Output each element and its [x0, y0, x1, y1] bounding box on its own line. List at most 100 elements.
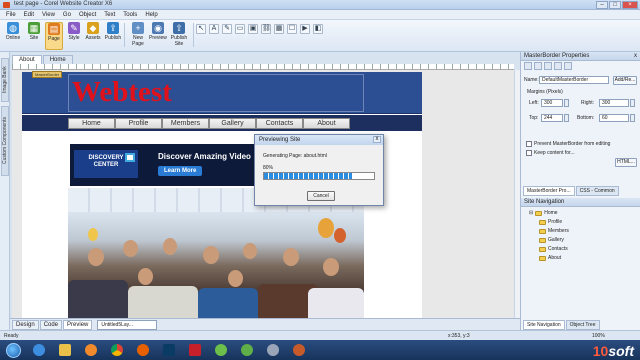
left-panel-strip: Image Bank Custom Components [0, 52, 10, 332]
menu-help[interactable]: Help [145, 12, 157, 18]
keep-content-checkbox[interactable] [526, 150, 532, 156]
image-bank-tab[interactable]: Image Bank [1, 58, 9, 102]
panel-toolbar [521, 61, 640, 71]
tab-object-tree[interactable]: Object Tree [565, 320, 600, 330]
nav-profile[interactable]: Profile [115, 118, 162, 129]
status-zoom: 100% [592, 333, 605, 339]
app-icon[interactable] [212, 342, 230, 358]
panel-tool-icon[interactable] [554, 62, 562, 70]
nav-contacts[interactable]: Contacts [256, 118, 303, 129]
right-margin-spinner[interactable] [630, 99, 635, 107]
panel-tool-icon[interactable] [544, 62, 552, 70]
ie-icon[interactable] [30, 342, 48, 358]
site-button[interactable]: ▦ Site [25, 22, 43, 41]
photoshop-icon[interactable] [160, 342, 178, 358]
bottom-margin-spinner[interactable] [630, 114, 635, 122]
masterborder-tag[interactable]: MasterBorder [32, 71, 63, 78]
panel-tabs: MasterBorder Pro... CSS - Common [523, 186, 619, 196]
publish-button[interactable]: ⇪ Publish [104, 22, 122, 41]
tab-preview[interactable]: Preview [63, 319, 93, 330]
bottom-margin-input[interactable]: 60 [599, 114, 629, 122]
shape-tool-icon[interactable]: ▭ [235, 24, 245, 34]
menu-go[interactable]: Go [63, 12, 71, 18]
close-button[interactable]: × [622, 1, 638, 9]
tree-node-about[interactable]: About [539, 255, 561, 261]
tab-design[interactable]: Design [12, 319, 39, 330]
nav-home[interactable]: Home [68, 118, 115, 129]
new-page-button[interactable]: + New Page [128, 22, 148, 47]
tree-node-contacts[interactable]: Contacts [539, 246, 568, 252]
add-remove-button[interactable]: Add/Re... [613, 76, 637, 85]
person [203, 246, 219, 264]
maximize-button[interactable]: □ [609, 1, 621, 9]
minimize-button[interactable]: – [596, 1, 608, 9]
preview-button[interactable]: ◉ Preview [148, 22, 168, 41]
start-orb-icon[interactable] [4, 342, 22, 358]
left-margin-input[interactable]: 300 [541, 99, 563, 107]
site-icon: ▦ [28, 22, 40, 34]
status-coordinates: x:353, y:3 [448, 333, 470, 339]
tree-node-gallery[interactable]: Gallery [539, 237, 564, 243]
publish-site-button[interactable]: ⇧ Publish Site [168, 22, 190, 47]
layout-selector[interactable]: Untitled5Lay... [97, 319, 158, 330]
tab-masterborder-properties[interactable]: MasterBorder Pro... [523, 186, 575, 196]
pdf-icon[interactable] [186, 342, 204, 358]
nav-members[interactable]: Members [162, 118, 209, 129]
tree-node-home[interactable]: ⊟ Home [529, 210, 558, 216]
assets-button[interactable]: ◆ Assets [84, 22, 102, 41]
panel-tool-icon[interactable] [524, 62, 532, 70]
right-margin-input[interactable]: 300 [599, 99, 629, 107]
style-button[interactable]: ✎ Style [65, 22, 83, 41]
custom-components-tab[interactable]: Custom Components [1, 106, 9, 176]
nav-about[interactable]: About [303, 118, 350, 129]
chrome-icon[interactable] [108, 342, 126, 358]
collapse-icon[interactable]: ⊟ [529, 210, 533, 216]
tab-about[interactable]: About [12, 55, 42, 64]
corel-icon[interactable] [238, 342, 256, 358]
firefox-icon[interactable] [134, 342, 152, 358]
site-navigation-header: Site Navigation [521, 198, 640, 207]
tab-css-common[interactable]: CSS - Common [575, 186, 619, 196]
text-tool-icon[interactable]: A [209, 24, 219, 34]
dialog-close-button[interactable]: x [373, 136, 381, 143]
table-tool-icon[interactable]: ▦ [274, 24, 284, 34]
online-button[interactable]: ◍ Online [4, 22, 22, 41]
menu-object[interactable]: Object [79, 12, 96, 18]
menu-view[interactable]: View [42, 12, 55, 18]
media-player-icon[interactable] [82, 342, 100, 358]
margins-label: Margins (Pixels) [527, 89, 563, 95]
clothing [308, 288, 364, 318]
cancel-button[interactable]: Cancel [307, 191, 335, 201]
tree-node-profile[interactable]: Profile [539, 219, 562, 225]
nav-gallery[interactable]: Gallery [209, 118, 256, 129]
learn-more-button[interactable]: Learn More [158, 166, 203, 176]
menu-file[interactable]: File [6, 12, 16, 18]
layer-tool-icon[interactable]: ◧ [313, 24, 323, 34]
select-tool-icon[interactable]: ↖ [196, 24, 206, 34]
folder-icon[interactable] [56, 342, 74, 358]
media-tool-icon[interactable]: ▶ [300, 24, 310, 34]
name-select[interactable]: DefaultMasterBorder [539, 76, 609, 84]
prevent-editing-checkbox[interactable] [526, 141, 532, 147]
top-margin-input[interactable]: 244 [541, 114, 563, 122]
top-margin-spinner[interactable] [564, 114, 569, 122]
panel-tool-icon[interactable] [564, 62, 572, 70]
link-tool-icon[interactable]: ⛓ [261, 24, 271, 34]
page-button[interactable]: ▤ Page [45, 22, 63, 50]
pen-tool-icon[interactable]: ✎ [222, 24, 232, 34]
menu-text[interactable]: Text [104, 12, 115, 18]
disc-icon[interactable] [264, 342, 282, 358]
tab-site-navigation[interactable]: Site Navigation [523, 320, 565, 330]
form-tool-icon[interactable]: ☐ [287, 24, 297, 34]
image-tool-icon[interactable]: ▣ [248, 24, 258, 34]
tool-icon[interactable] [290, 342, 308, 358]
menu-edit[interactable]: Edit [24, 12, 34, 18]
tree-node-members[interactable]: Members [539, 228, 569, 234]
panel-close-icon[interactable]: x [634, 52, 637, 61]
panel-tool-icon[interactable] [534, 62, 542, 70]
tab-home[interactable]: Home [42, 55, 73, 64]
tab-code[interactable]: Code [39, 319, 63, 330]
html-button[interactable]: HTML... [615, 158, 637, 167]
menu-tools[interactable]: Tools [123, 12, 137, 18]
left-margin-spinner[interactable] [564, 99, 569, 107]
